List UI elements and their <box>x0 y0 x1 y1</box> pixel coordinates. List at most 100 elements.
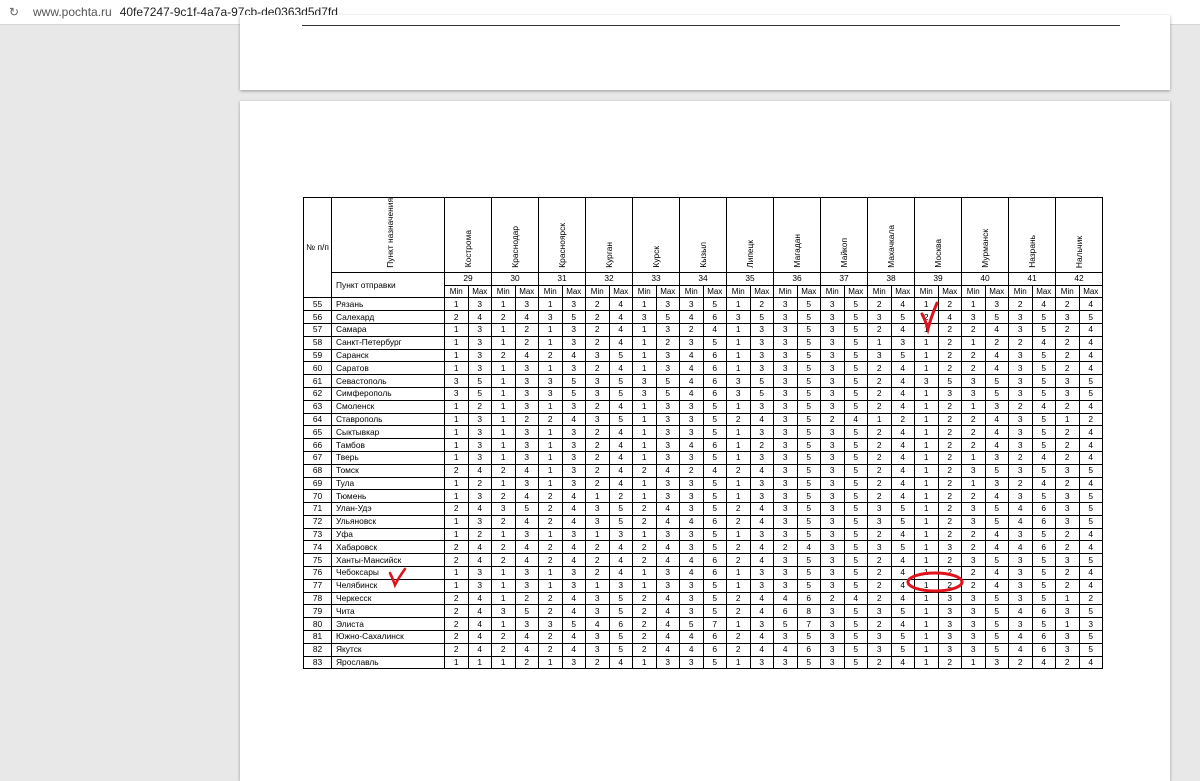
table-cell: 4 <box>467 463 492 478</box>
table-cell: 5 <box>796 412 821 427</box>
document-viewer[interactable]: № п/п Пункт назначения Кострома Краснодар Кр… <box>0 15 1200 781</box>
table-cell: 5 <box>843 476 868 491</box>
table-cell: 5 <box>655 310 680 324</box>
table-cell: 1 <box>444 399 469 414</box>
table-cell: 1 <box>632 412 657 427</box>
table-cell: 1 <box>491 297 516 312</box>
table-cell: 3 <box>679 540 704 555</box>
table-cell: 3 <box>820 425 845 440</box>
origin-city: Чита <box>331 604 445 619</box>
table-cell: 1 <box>914 438 939 452</box>
table-cell: 5 <box>843 655 868 670</box>
table-cell: 5 <box>843 450 868 465</box>
table-cell: 4 <box>679 438 704 452</box>
table-cell: 3 <box>1008 489 1033 504</box>
table-row: 73 Уфа 1 2 1 3 1 3 1 3 1 3 3 5 1 3 3 5 3 5 2 4 1 2 2 4 3 5 2 4 <box>303 527 1103 542</box>
table-cell: 3 <box>1055 502 1080 516</box>
max-header: Max <box>984 284 1009 299</box>
table-cell: 5 <box>843 604 868 619</box>
table-cell: 1 <box>632 361 657 376</box>
table-cell: 4 <box>467 642 492 657</box>
origin-city: Тула <box>331 476 445 491</box>
table-cell: 5 <box>984 374 1009 388</box>
table-cell: 3 <box>491 502 516 516</box>
table-cell: 3 <box>561 476 586 491</box>
table-cell: 1 <box>914 642 939 657</box>
origin-city: Челябинск <box>331 578 445 593</box>
table-cell: 5 <box>1078 553 1103 568</box>
table-cell: 2 <box>1055 399 1080 414</box>
table-cell: 2 <box>538 591 563 606</box>
table-cell: 4 <box>749 502 774 516</box>
table-cell: 2 <box>491 630 516 644</box>
table-cell: 2 <box>867 553 892 568</box>
table-cell: 3 <box>679 578 704 593</box>
table-cell: 1 <box>632 655 657 670</box>
table-cell: 2 <box>937 655 962 670</box>
table-cell: 3 <box>726 374 751 388</box>
origin-city: Тверь <box>331 450 445 465</box>
table-cell: 3 <box>773 463 798 478</box>
table-cell: 3 <box>749 425 774 440</box>
table-cell: 3 <box>585 642 610 657</box>
table-cell: 3 <box>1008 310 1033 324</box>
table-cell: 4 <box>984 322 1009 337</box>
table-cell: 5 <box>1031 527 1056 542</box>
table-cell: 2 <box>467 399 492 414</box>
max-header: Max <box>608 284 633 299</box>
table-cell: 4 <box>1078 322 1103 337</box>
table-cell: 1 <box>914 514 939 529</box>
table-cell: 3 <box>679 412 704 427</box>
table-cell: 2 <box>585 540 610 555</box>
table-cell: 6 <box>1031 604 1056 619</box>
table-cell: 2 <box>1055 348 1080 363</box>
table-cell: 5 <box>843 297 868 312</box>
destination-code: 30 <box>491 271 539 286</box>
table-cell: 4 <box>749 604 774 619</box>
table-cell: 1 <box>1055 591 1080 606</box>
table-cell: 3 <box>538 310 563 324</box>
table-cell: 2 <box>585 655 610 670</box>
min-header: Min <box>820 284 845 299</box>
destination-code: 35 <box>726 271 774 286</box>
table-cell: 3 <box>467 348 492 363</box>
table-cell: 2 <box>937 322 962 337</box>
table-cell: 3 <box>467 450 492 465</box>
table-cell: 3 <box>655 578 680 593</box>
table-cell: 3 <box>467 322 492 337</box>
table-cell: 1 <box>961 655 986 670</box>
table-cell: 1 <box>914 335 939 350</box>
table-cell: 2 <box>585 425 610 440</box>
table-cell: 4 <box>514 553 539 568</box>
table-cell: 1 <box>726 335 751 350</box>
table-cell: 1 <box>585 578 610 593</box>
origin-city: Уфа <box>331 527 445 542</box>
table-cell: 1 <box>867 412 892 427</box>
table-cell: 2 <box>585 310 610 324</box>
table-cell: 6 <box>773 604 798 619</box>
table-cell: 3 <box>514 386 539 401</box>
table-cell: 4 <box>608 463 633 478</box>
table-cell: 2 <box>937 348 962 363</box>
destination-code: 40 <box>961 271 1009 286</box>
table-cell: 2 <box>961 566 986 580</box>
table-cell: 3 <box>820 450 845 465</box>
table-cell: 3 <box>820 604 845 619</box>
table-cell: 5 <box>984 617 1009 632</box>
table-cell: 5 <box>843 399 868 414</box>
table-cell: 4 <box>984 425 1009 440</box>
table-cell: 4 <box>467 604 492 619</box>
table-cell: 3 <box>773 310 798 324</box>
reload-icon[interactable]: ↻ <box>9 5 23 19</box>
table-cell: 1 <box>726 322 751 337</box>
table-row: 55 Рязань 1 3 1 3 1 3 2 4 1 3 3 5 1 2 3 5 3 5 2 4 1 2 1 3 2 4 2 4 <box>303 297 1103 312</box>
table-cell: 2 <box>632 617 657 632</box>
header-row-codes: Пункт отправки 29 30 31 32 33 34 35 36 37 38 39 40 41… <box>304 271 1103 299</box>
table-cell: 5 <box>890 514 915 529</box>
table-row: 67 Тверь 1 3 1 3 1 3 2 4 1 3 3 5 1 3 3 5 3 5 2 4 1 2 1 3 2 4 2 4 <box>303 450 1103 465</box>
table-cell: 1 <box>491 399 516 414</box>
row-number: 72 <box>303 514 332 529</box>
table-cell: 5 <box>1031 348 1056 363</box>
table-cell: 5 <box>514 502 539 516</box>
destination-city-name: Магадан <box>791 234 802 268</box>
